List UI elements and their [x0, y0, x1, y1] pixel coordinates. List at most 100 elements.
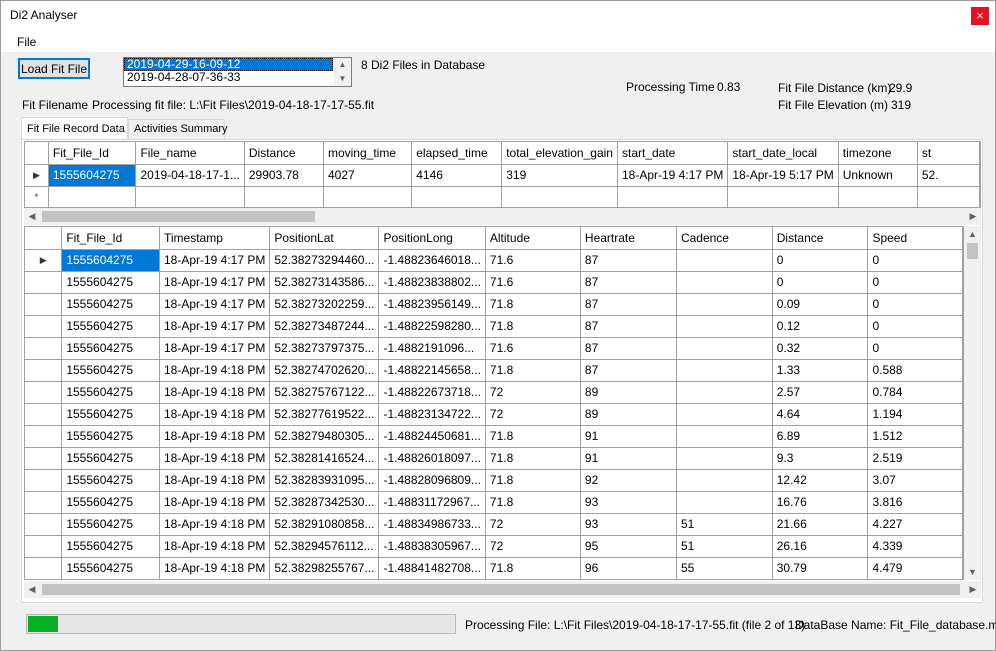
table-cell[interactable]: -1.48823956149... — [378, 293, 486, 316]
column-header[interactable]: File_name — [135, 142, 245, 165]
table-cell[interactable]: 71.8 — [485, 315, 581, 338]
table-cell[interactable]: 0 — [772, 249, 869, 272]
table-cell[interactable]: 0.32 — [772, 337, 869, 360]
table-cell[interactable]: 52.38275767122... — [269, 381, 380, 404]
row-header[interactable]: ▶ — [25, 249, 63, 272]
table-cell[interactable]: 1555604275 — [61, 491, 160, 514]
table-cell[interactable]: 89 — [580, 381, 677, 404]
table-cell[interactable]: 87 — [580, 315, 677, 338]
column-header[interactable]: Speed — [867, 227, 963, 250]
table-cell[interactable]: 52.38283931095... — [269, 469, 380, 492]
table-cell[interactable]: 2.519 — [867, 447, 963, 470]
menu-file[interactable]: File — [17, 35, 36, 49]
table-cell[interactable]: 52.38273143586... — [269, 271, 380, 294]
table-cell[interactable] — [676, 337, 773, 360]
table-cell[interactable] — [323, 186, 413, 207]
tab-activities-summary[interactable]: Activities Summary — [128, 119, 228, 139]
table-cell[interactable]: 18-Apr-19 4:18 PM — [159, 469, 271, 492]
column-header[interactable]: Timestamp — [159, 227, 271, 250]
records-grid[interactable]: Fit_File_Id Timestamp PositionLat PositionL… — [24, 226, 964, 580]
table-cell[interactable]: 52.38277619522... — [269, 403, 380, 426]
column-header[interactable]: moving_time — [323, 142, 413, 165]
table-cell[interactable]: 1555604275 — [61, 469, 160, 492]
tab-fit-file-record-data[interactable]: Fit File Record Data — [21, 117, 128, 139]
table-cell[interactable]: 1.194 — [867, 403, 963, 426]
table-cell[interactable]: 87 — [580, 337, 677, 360]
scroll-thumb[interactable] — [42, 584, 960, 595]
table-cell[interactable]: Unknown — [838, 164, 918, 187]
table-cell[interactable] — [727, 186, 839, 207]
table-cell[interactable] — [676, 359, 773, 382]
row-header[interactable] — [25, 513, 63, 536]
table-cell[interactable]: 1555604275 — [61, 425, 160, 448]
table-cell[interactable]: 52.38273294460... — [269, 249, 380, 272]
row-header[interactable] — [25, 557, 63, 579]
row-header[interactable] — [25, 469, 63, 492]
table-cell[interactable]: 91 — [580, 447, 677, 470]
column-header[interactable]: st — [917, 142, 980, 165]
table-cell[interactable]: 1555604275 — [48, 164, 137, 187]
table-row[interactable]: 1555604275 18-Apr-19 4:18 PM 52.3828393109… — [25, 469, 963, 492]
row-header[interactable] — [25, 425, 63, 448]
table-cell[interactable]: 18-Apr-19 4:18 PM — [159, 447, 271, 470]
table-cell[interactable]: -1.48823838802... — [378, 271, 486, 294]
row-header[interactable] — [25, 535, 63, 558]
table-cell[interactable]: 18-Apr-19 4:18 PM — [159, 403, 271, 426]
table-cell[interactable]: 52.38281416524... — [269, 447, 380, 470]
close-button[interactable]: × — [971, 7, 989, 25]
table-cell[interactable]: 71.6 — [485, 271, 581, 294]
table-cell[interactable] — [135, 186, 245, 207]
table-cell[interactable]: 0 — [867, 337, 963, 360]
table-cell[interactable]: 52. — [917, 164, 980, 187]
row-header[interactable] — [25, 359, 63, 382]
table-cell[interactable]: 95 — [580, 535, 677, 558]
row-header[interactable]: ▶ — [25, 164, 49, 187]
table-cell[interactable]: 18-Apr-19 4:17 PM — [617, 164, 729, 187]
table-cell[interactable]: 16.76 — [772, 491, 869, 514]
column-header[interactable]: Heartrate — [580, 227, 677, 250]
table-cell[interactable]: 87 — [580, 249, 677, 272]
scroll-left-icon[interactable]: ◀ — [25, 209, 39, 224]
activities-hscrollbar[interactable]: ◀ ▶ — [24, 208, 981, 225]
table-cell[interactable] — [676, 293, 773, 316]
row-header[interactable] — [25, 271, 63, 294]
table-cell[interactable] — [244, 186, 324, 207]
table-cell[interactable]: 0.784 — [867, 381, 963, 404]
table-cell[interactable]: -1.48841482708... — [378, 557, 486, 579]
table-cell[interactable] — [676, 271, 773, 294]
table-cell[interactable]: 71.8 — [485, 293, 581, 316]
table-cell[interactable]: 18-Apr-19 4:18 PM — [159, 557, 271, 579]
table-cell[interactable]: 12.42 — [772, 469, 869, 492]
table-cell[interactable]: 52.38273202259... — [269, 293, 380, 316]
column-header[interactable]: Distance — [772, 227, 869, 250]
table-cell[interactable]: 1555604275 — [61, 535, 160, 558]
column-header[interactable]: start_date — [617, 142, 729, 165]
table-cell[interactable]: -1.48826018097... — [378, 447, 486, 470]
table-row[interactable]: ▶ 1555604275 18-Apr-19 4:17 PM 52.382732944… — [25, 249, 963, 272]
table-cell[interactable]: 30.79 — [772, 557, 869, 579]
table-cell[interactable]: 18-Apr-19 4:18 PM — [159, 491, 271, 514]
table-cell[interactable]: 4.64 — [772, 403, 869, 426]
records-hscrollbar[interactable]: ◀ ▶ — [24, 581, 981, 598]
table-row[interactable]: 1555604275 18-Apr-19 4:18 PM 52.3829825576… — [25, 557, 963, 579]
table-row[interactable]: 1555604275 18-Apr-19 4:17 PM 52.3827320225… — [25, 293, 963, 316]
table-row[interactable]: 1555604275 18-Apr-19 4:18 PM 52.3827576712… — [25, 381, 963, 404]
table-cell[interactable] — [676, 403, 773, 426]
table-cell[interactable]: 0.09 — [772, 293, 869, 316]
activities-grid[interactable]: Fit_File_Id File_name Distance moving_time e… — [24, 141, 981, 208]
table-cell[interactable]: 52.38287342530... — [269, 491, 380, 514]
scroll-down-icon[interactable]: ▼ — [334, 72, 351, 86]
table-cell[interactable] — [48, 186, 137, 207]
table-cell[interactable]: 96 — [580, 557, 677, 579]
table-cell[interactable]: 1.33 — [772, 359, 869, 382]
table-cell[interactable]: 1555604275 — [61, 381, 160, 404]
table-cell[interactable]: 71.8 — [485, 469, 581, 492]
column-header[interactable]: Fit_File_Id — [61, 227, 160, 250]
table-cell[interactable]: 51 — [676, 535, 773, 558]
table-cell[interactable]: -1.48834986733... — [378, 513, 486, 536]
listbox-scrollbar[interactable]: ▲ ▼ — [334, 58, 351, 86]
table-cell[interactable]: 18-Apr-19 4:18 PM — [159, 359, 271, 382]
row-header[interactable] — [25, 315, 63, 338]
table-row[interactable]: 1555604275 18-Apr-19 4:18 PM 52.3828734253… — [25, 491, 963, 514]
table-cell[interactable]: 71.8 — [485, 491, 581, 514]
